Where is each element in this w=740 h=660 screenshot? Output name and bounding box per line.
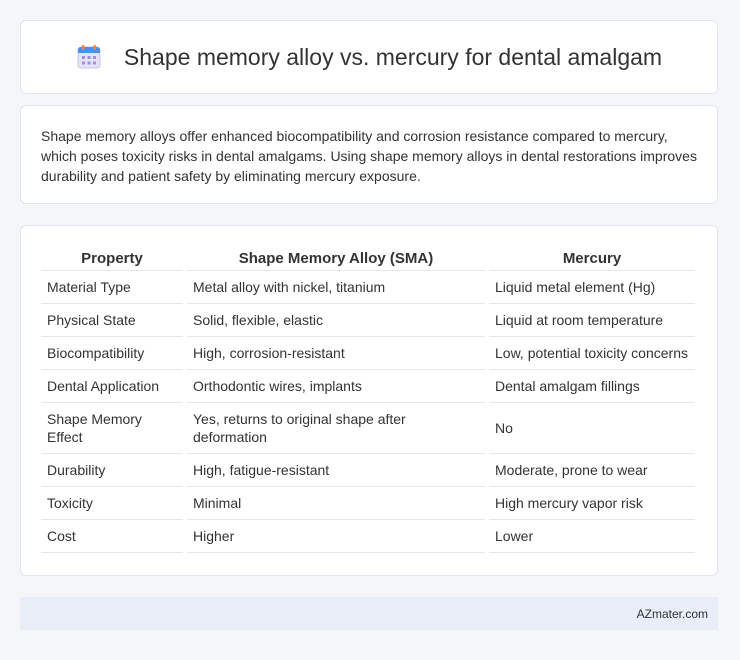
table-row: Shape Memory Effect Yes, returns to orig…	[41, 403, 695, 454]
footer: AZmater.com	[20, 597, 718, 630]
table-row: Physical State Solid, flexible, elastic …	[41, 304, 695, 337]
table-row: Durability High, fatigue-resistant Moder…	[41, 454, 695, 487]
table-cell: High mercury vapor risk	[489, 487, 695, 520]
column-header-property: Property	[41, 246, 183, 271]
summary-card: Shape memory alloys offer enhanced bioco…	[20, 105, 718, 204]
table-header-row: Property Shape Memory Alloy (SMA) Mercur…	[41, 246, 695, 271]
table-cell: Orthodontic wires, implants	[187, 370, 485, 403]
comparison-table-card: Property Shape Memory Alloy (SMA) Mercur…	[20, 225, 718, 576]
table-cell: Lower	[489, 520, 695, 553]
table-cell: Solid, flexible, elastic	[187, 304, 485, 337]
table-cell: Physical State	[41, 304, 183, 337]
table-cell: Dental amalgam fillings	[489, 370, 695, 403]
table-cell: Minimal	[187, 487, 485, 520]
table-cell: Material Type	[41, 271, 183, 304]
table-cell: Toxicity	[41, 487, 183, 520]
column-header-sma: Shape Memory Alloy (SMA)	[187, 246, 485, 271]
table-row: Toxicity Minimal High mercury vapor risk	[41, 487, 695, 520]
column-header-mercury: Mercury	[489, 246, 695, 271]
table-cell: Low, potential toxicity concerns	[489, 337, 695, 370]
table-cell: High, fatigue-resistant	[187, 454, 485, 487]
table-cell: Liquid at room temperature	[489, 304, 695, 337]
table-cell: No	[489, 403, 695, 454]
table-cell: Yes, returns to original shape after def…	[187, 403, 485, 454]
table-cell: Dental Application	[41, 370, 183, 403]
page-title: Shape memory alloy vs. mercury for denta…	[123, 43, 663, 70]
table-cell: Liquid metal element (Hg)	[489, 271, 695, 304]
table-row: Dental Application Orthodontic wires, im…	[41, 370, 695, 403]
table-cell: High, corrosion-resistant	[187, 337, 485, 370]
table-cell: Metal alloy with nickel, titanium	[187, 271, 485, 304]
table-cell: Cost	[41, 520, 183, 553]
table-cell: Biocompatibility	[41, 337, 183, 370]
table-row: Material Type Metal alloy with nickel, t…	[41, 271, 695, 304]
table-row: Cost Higher Lower	[41, 520, 695, 553]
summary-text: Shape memory alloys offer enhanced bioco…	[41, 128, 697, 184]
calendar-icon	[77, 45, 101, 69]
table-cell: Shape Memory Effect	[41, 403, 183, 454]
comparison-table: Property Shape Memory Alloy (SMA) Mercur…	[37, 246, 699, 553]
table-row: Biocompatibility High, corrosion-resista…	[41, 337, 695, 370]
table-cell: Durability	[41, 454, 183, 487]
table-cell: Moderate, prone to wear	[489, 454, 695, 487]
title-card: Shape memory alloy vs. mercury for denta…	[20, 20, 718, 94]
footer-brand: AZmater.com	[636, 606, 708, 621]
table-cell: Higher	[187, 520, 485, 553]
